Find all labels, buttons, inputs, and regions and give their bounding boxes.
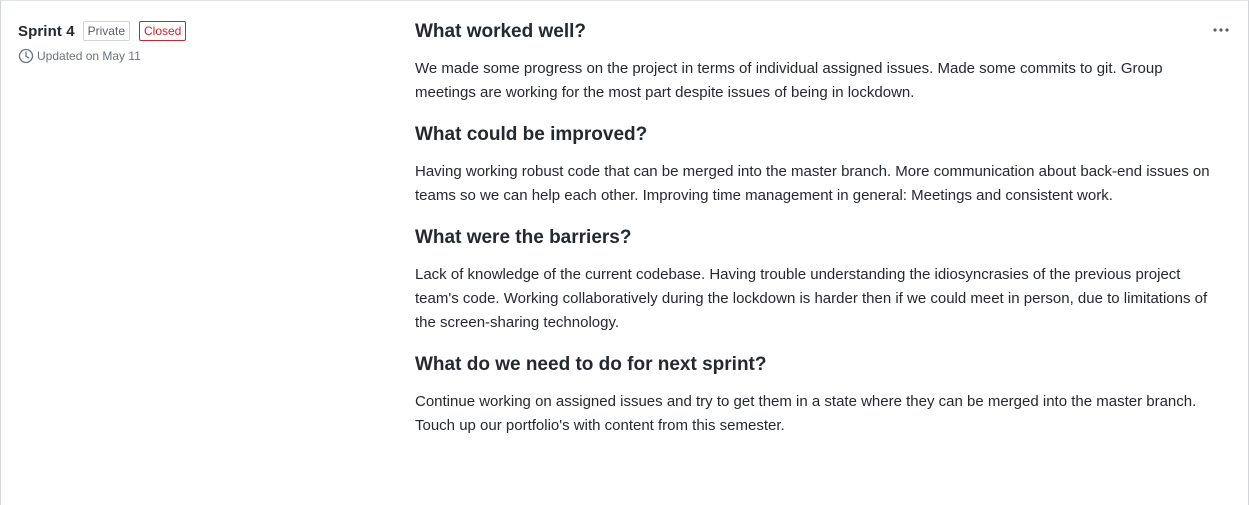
sprint-sidebar: Sprint 4 Private Closed Updated on May 1… [18, 20, 378, 64]
sprint-title[interactable]: Sprint 4 [18, 23, 75, 40]
section-barriers: What were the barriers? Lack of knowledg… [415, 224, 1215, 335]
updated-info: Updated on May 11 [18, 48, 378, 64]
section-body: Having working robust code that can be m… [415, 163, 1210, 204]
updated-timestamp: Updated on May 11 [37, 49, 141, 63]
section-heading: What worked well? [415, 21, 587, 42]
section-worked-well: What worked well? We made some progress … [415, 18, 1215, 105]
sprint-title-row: Sprint 4 Private Closed [18, 20, 378, 42]
retrospective-content: What worked well? We made some progress … [415, 18, 1215, 454]
retrospective-panel: Sprint 4 Private Closed Updated on May 1… [0, 0, 1249, 505]
section-body: Lack of knowledge of the current codebas… [415, 266, 1208, 331]
clock-icon [18, 48, 34, 64]
section-improved: What could be improved? Having working r… [415, 121, 1215, 208]
section-heading: What could be improved? [415, 124, 648, 145]
closed-badge: Closed [139, 21, 187, 41]
section-body: Continue working on assigned issues and … [415, 393, 1197, 434]
section-next-sprint: What do we need to do for next sprint? C… [415, 351, 1215, 438]
section-heading: What were the barriers? [415, 227, 632, 248]
section-heading: What do we need to do for next sprint? [415, 354, 767, 375]
private-badge: Private [82, 21, 130, 41]
section-body: We made some progress on the project in … [415, 60, 1163, 101]
